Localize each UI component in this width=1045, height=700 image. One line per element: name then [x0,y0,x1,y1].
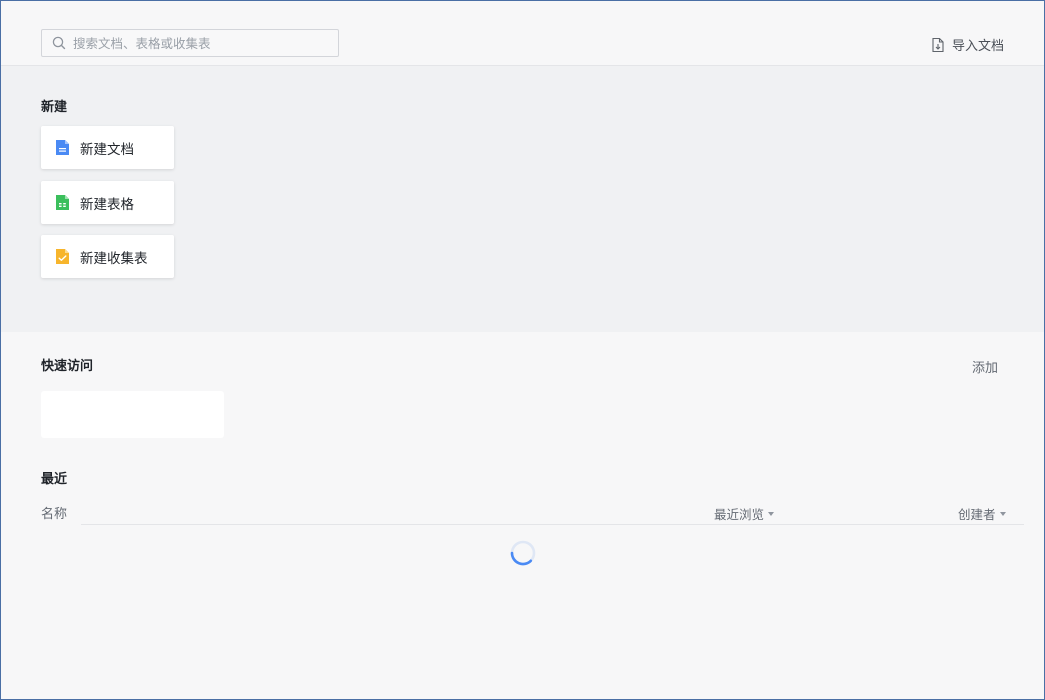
search-input[interactable] [73,35,323,51]
form-icon [54,248,71,265]
creator-label: 创建者 [958,507,996,522]
app-window: 导入文档 新建 新建文档 [0,0,1045,700]
loading-spinner-icon [509,539,537,567]
new-section: 新建 新建文档 新建表格 新建收集表 [1,66,1044,332]
new-doc-label: 新建文档 [80,141,134,158]
quick-access-title: 快速访问 [41,359,94,374]
new-doc-button[interactable]: 新建文档 [41,126,174,169]
add-quick-access-button[interactable]: 添加 [972,357,998,376]
new-section-title: 新建 [41,100,68,115]
import-doc-icon [930,37,946,53]
import-doc-label: 导入文档 [951,39,1004,54]
recent-view-label: 最近浏览 [714,507,765,522]
column-header-creator[interactable]: 创建者 [958,504,1006,523]
caret-down-icon [999,511,1006,516]
top-bar: 导入文档 [1,1,1044,66]
column-header-recent-view[interactable]: 最近浏览 [714,504,775,523]
column-header-name: 名称 [41,507,68,522]
recent-title: 最近 [41,472,68,487]
recent-table-header: 名称 最近浏览 创建者 [41,503,1024,525]
import-doc-button[interactable]: 导入文档 [930,35,1004,54]
new-sheet-button[interactable]: 新建表格 [41,181,174,224]
search-icon [51,35,67,51]
header-divider [81,524,1024,525]
new-sheet-label: 新建表格 [80,196,134,213]
caret-down-icon [768,511,775,516]
new-form-button[interactable]: 新建收集表 [41,235,174,278]
quick-access-slot[interactable] [41,391,224,438]
new-form-label: 新建收集表 [80,250,148,267]
doc-icon [54,139,71,156]
sheet-icon [54,194,71,211]
search-box[interactable] [41,29,339,57]
